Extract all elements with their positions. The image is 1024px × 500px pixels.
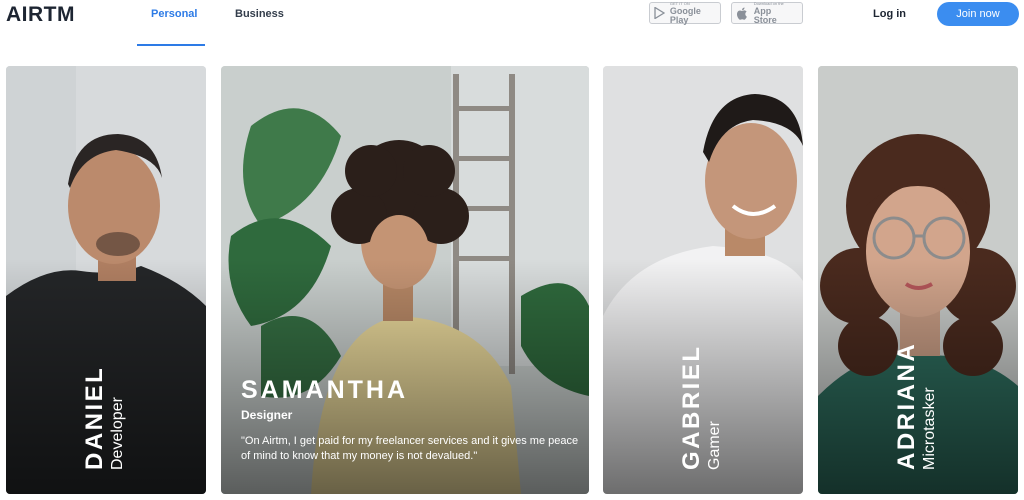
testimonial-card-gabriel[interactable]: GABRIEL Gamer	[603, 66, 803, 494]
app-store-text: App Store	[753, 5, 777, 25]
top-navigation-bar: AIRTM Personal Business GET IT ON Google…	[0, 0, 1024, 48]
card-role: Developer	[109, 397, 126, 470]
testimonial-card-adriana[interactable]: ADRIANA Microtasker	[818, 66, 1018, 494]
card-name: SAMANTHA	[241, 376, 409, 404]
tab-business[interactable]: Business	[235, 8, 284, 20]
login-link[interactable]: Log in	[873, 8, 906, 20]
card-name: ADRIANA	[893, 341, 920, 470]
daniel-vertical-label: DANIEL Developer	[81, 365, 127, 470]
active-tab-indicator	[137, 44, 205, 46]
adriana-vertical-label: ADRIANA Microtasker	[893, 341, 939, 470]
google-play-small-text: GET IT ON	[669, 0, 690, 6]
apple-icon	[736, 6, 750, 20]
card-role: Gamer	[706, 421, 723, 470]
airtm-logo[interactable]: AIRTM	[6, 3, 75, 27]
card-role: Designer	[241, 408, 293, 422]
app-store-small-text: Download on the	[753, 0, 784, 6]
tab-personal[interactable]: Personal	[151, 8, 197, 20]
google-play-badge[interactable]: GET IT ON Google Play	[649, 0, 721, 25]
card-name: DANIEL	[81, 365, 108, 470]
testimonial-card-daniel[interactable]: DANIEL Developer	[6, 66, 206, 494]
card-role: Microtasker	[921, 387, 938, 470]
testimonial-quote: "On Airtm, I get paid for my freelancer …	[241, 435, 579, 462]
app-store-badge[interactable]: Download on the App Store	[731, 0, 803, 25]
card-name: GABRIEL	[678, 344, 705, 471]
google-play-text: Google Play	[669, 5, 701, 25]
join-now-button[interactable]: Join now	[937, 2, 1019, 26]
play-triangle-icon	[654, 6, 666, 20]
gabriel-vertical-label: GABRIEL Gamer	[678, 344, 724, 471]
testimonial-card-samantha[interactable]: SAMANTHA Designer "On Airtm, I get paid …	[221, 66, 589, 494]
